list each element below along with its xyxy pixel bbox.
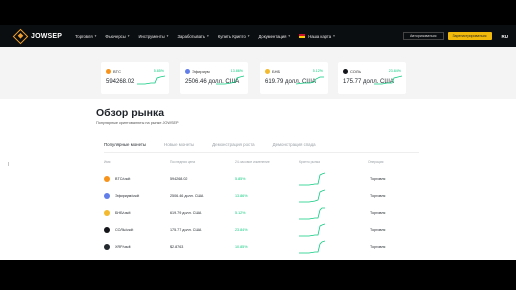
change-24h: 10.85%	[235, 245, 248, 249]
top-nav: JOWSEP Торговля ▾ Фьючерсы ▾ Инструменты ▾ …	[0, 25, 516, 47]
change-24h: 23.84%	[235, 228, 248, 232]
ethereum-icon	[104, 193, 110, 199]
menu-item-buy-crypto[interactable]: Купить Крипто ▾	[218, 34, 250, 39]
change-24h: 5.85%	[235, 177, 246, 181]
trade-link[interactable]: Торговля	[370, 245, 385, 249]
pair-name: БНБ/usdt	[115, 211, 131, 215]
bnb-icon	[104, 210, 110, 216]
sparkline	[299, 189, 325, 203]
page-content: BTC 5.85% 594268.02 Эфириум 13.86% 2506.…	[0, 47, 516, 260]
menu-item-futures[interactable]: Фьючерсы ▾	[105, 34, 129, 39]
table-row[interactable]: БНБ/usdt 619.79 долл. США 5.12% Торговля	[104, 205, 419, 222]
ticker-card-sol[interactable]: СОЛЬ 23.84% 175.77 долл. США	[338, 62, 406, 94]
chevron-down-icon: ▾	[333, 34, 335, 38]
xrp-icon	[104, 244, 110, 250]
ticker-change: 23.84%	[388, 68, 401, 73]
last-price: 175.77 долл. США	[170, 228, 202, 232]
table-header: Имя Последняя цена 24-часовое изменение …	[104, 160, 419, 166]
pair-name: СОЛЬ/usdt	[115, 228, 134, 232]
language-selector[interactable]: RU	[502, 34, 509, 39]
menu-item-earn[interactable]: Заработывать ▾	[177, 34, 208, 39]
chevron-down-icon: ▾	[166, 34, 169, 38]
sparkline	[216, 75, 244, 85]
last-price: 594268.02	[170, 177, 188, 181]
menu-item-trade[interactable]: Торговля ▾	[75, 34, 96, 39]
table-row[interactable]: BTC/usdt 594268.02 5.85% Торговля	[104, 171, 419, 188]
ticker-name: BTC	[113, 68, 121, 74]
change-24h: 13.86%	[235, 194, 248, 198]
logo-icon	[12, 28, 29, 44]
page-subtitle: Популярные криптовалюты на рынке JOWSEP	[96, 121, 179, 125]
sparkline	[299, 223, 325, 237]
text-cursor-icon: I	[8, 162, 10, 168]
main-menu: Торговля ▾ Фьючерсы ▾ Инструменты ▾ Заработ…	[75, 34, 344, 39]
trade-link[interactable]: Торговля	[370, 177, 385, 181]
column-header-change: 24-часовое изменение	[235, 160, 270, 164]
ticker-band: BTC 5.85% 594268.02 Эфириум 13.86% 2506.…	[0, 47, 516, 99]
pair-name: Эфириум/usdt	[115, 194, 140, 198]
menu-item-card[interactable]: Наша карта ▾	[299, 34, 335, 39]
pair-name: BTC/usdt	[115, 177, 131, 181]
last-price: $2.8763	[170, 245, 184, 249]
column-header-action: Операция	[368, 160, 384, 164]
divider	[104, 152, 419, 153]
register-button[interactable]: Зарегистрироваться	[447, 32, 492, 40]
ticker-change: 13.86%	[230, 68, 243, 73]
logo[interactable]: JOWSEP	[12, 28, 63, 44]
solana-icon	[104, 227, 110, 233]
chevron-down-icon: ▾	[247, 34, 250, 38]
sparkline	[299, 172, 325, 186]
chevron-down-icon: ▾	[207, 34, 209, 38]
last-price: 619.79 долл. США	[170, 211, 202, 215]
column-header-price: Последняя цена	[170, 160, 196, 164]
page-title: Обзор рынка	[96, 107, 165, 119]
sparkline	[374, 75, 402, 85]
trade-link[interactable]: Торговля	[370, 228, 385, 232]
ticker-card-eth[interactable]: Эфириум 13.86% 2506.46 долл. США	[180, 62, 248, 94]
pair-name: XRP/usdt	[115, 245, 131, 249]
chevron-down-icon: ▾	[94, 34, 97, 38]
ticker-name: СОЛЬ	[350, 68, 362, 74]
menu-item-docs[interactable]: Документация ▾	[259, 34, 291, 39]
ticker-card-bnb[interactable]: БНБ 5.12% 619.79 долл. США	[260, 62, 328, 94]
bnb-icon	[265, 69, 270, 74]
sparkline	[299, 207, 325, 220]
bitcoin-icon	[106, 69, 111, 74]
ticker-name: Эфириум	[192, 68, 210, 74]
login-button[interactable]: Авторизоваться	[403, 32, 444, 40]
change-24h: 5.12%	[235, 211, 246, 215]
ticker-change: 5.85%	[153, 68, 164, 73]
chevron-down-icon: ▾	[127, 34, 130, 38]
sparkline	[137, 75, 165, 85]
last-price: 2506.46 долл. США	[170, 194, 204, 198]
table-row[interactable]: СОЛЬ/usdt 175.77 долл. США 23.84% Торгов…	[104, 222, 419, 239]
sparkline	[296, 76, 324, 85]
table-row[interactable]: XRP/usdt $2.8763 10.85% Торговля	[104, 239, 419, 256]
ticker-price: 594268.02	[106, 79, 135, 85]
bitcoin-icon	[104, 176, 110, 182]
ethereum-icon	[185, 69, 190, 74]
brand-name: JOWSEP	[31, 32, 63, 40]
trade-link[interactable]: Торговля	[370, 211, 385, 215]
menu-item-tools[interactable]: Инструменты ▾	[139, 34, 169, 39]
ticker-change: 5.12%	[312, 68, 323, 73]
sparkline	[299, 240, 325, 254]
trade-link[interactable]: Торговля	[370, 194, 385, 198]
ticker-card-btc[interactable]: BTC 5.85% 594268.02	[101, 62, 169, 94]
solana-icon	[343, 69, 348, 74]
flag-icon	[299, 34, 306, 38]
column-header-name: Имя	[104, 160, 111, 164]
table-row[interactable]: Эфириум/usdt 2506.46 долл. США 13.86% То…	[104, 188, 419, 205]
column-header-chart: Крипто рынка	[299, 160, 320, 164]
ticker-name: БНБ	[272, 68, 281, 74]
chevron-down-icon: ▾	[288, 34, 291, 38]
